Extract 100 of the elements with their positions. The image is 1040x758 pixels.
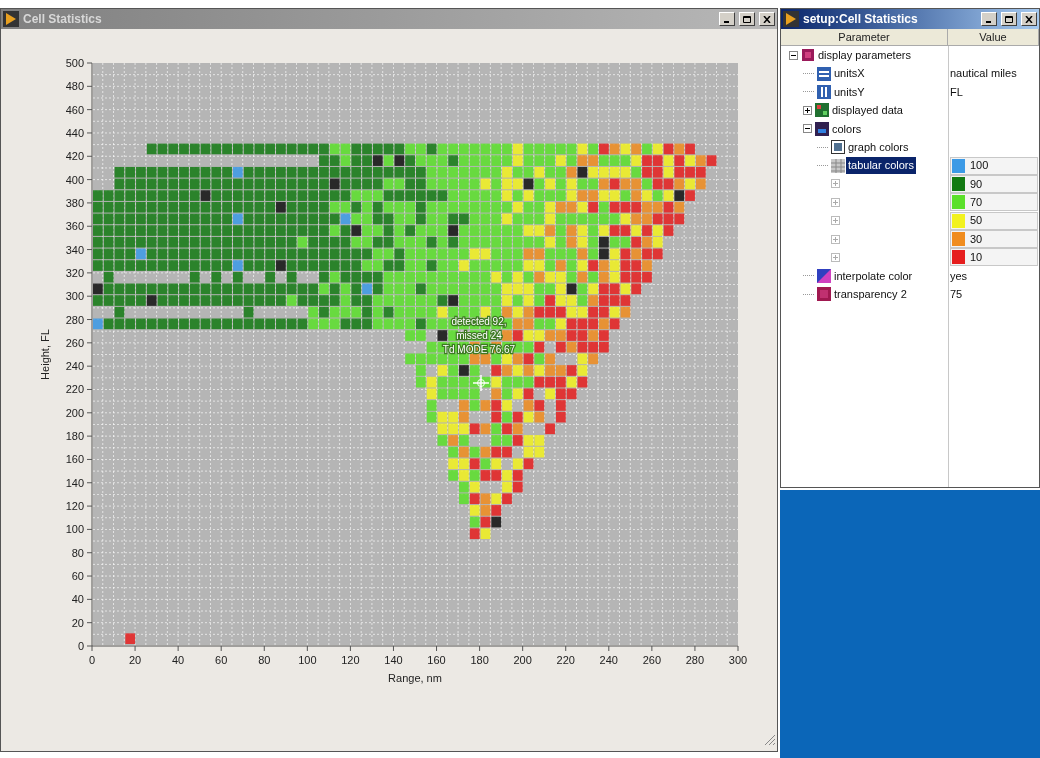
expander-toggle[interactable]: [831, 234, 840, 244]
close-button[interactable]: [759, 12, 775, 26]
tick-label: 240: [599, 654, 618, 666]
expander-toggle[interactable]: [803, 124, 812, 134]
tree-item[interactable]: display parameters: [816, 46, 913, 64]
tick-label: 480: [65, 80, 84, 93]
tick-label: 420: [65, 150, 84, 163]
value-text: FL: [950, 84, 963, 100]
plus-icon: [804, 106, 811, 114]
expander-toggle[interactable]: [803, 105, 812, 115]
tick-label: 100: [298, 654, 317, 666]
tick-label: 340: [65, 243, 84, 256]
close-button[interactable]: [1021, 12, 1037, 26]
tree-item[interactable]: interpolate color: [832, 267, 915, 285]
maximize-icon: [1005, 15, 1013, 23]
tree-item[interactable]: colors: [830, 120, 864, 137]
tick-label: 380: [65, 196, 84, 209]
image-icon: [830, 139, 846, 156]
tick-label: 180: [470, 654, 489, 666]
color-value-field[interactable]: 100: [950, 156, 1038, 175]
gradient-icon: [816, 267, 832, 284]
color-value: 10: [970, 250, 983, 266]
vertical-lines-icon: [816, 83, 832, 100]
expander-toggle[interactable]: [831, 216, 840, 226]
tick-label: 200: [513, 654, 532, 666]
tick-label: 400: [65, 173, 84, 186]
close-icon: [1025, 15, 1033, 23]
tick-label: 260: [642, 654, 662, 666]
tick-label: 300: [65, 290, 84, 303]
tree-item[interactable]: displayed data: [830, 102, 905, 119]
tick-label: 60: [215, 654, 228, 666]
tick-label: 20: [71, 616, 84, 629]
tick-label: 160: [427, 654, 446, 666]
color-value-field[interactable]: 50: [950, 211, 1038, 230]
color-value: 70: [970, 195, 983, 211]
tree-item[interactable]: unitsX: [832, 65, 867, 82]
tick-label: 500: [65, 57, 84, 69]
tick-label: 80: [71, 546, 84, 559]
tree-item[interactable]: unitsY: [832, 83, 867, 101]
tick-label: 280: [685, 654, 705, 666]
tick-label: 40: [172, 654, 185, 666]
plus-icon: [832, 235, 839, 243]
color-value-field[interactable]: 10: [950, 248, 1038, 267]
value-text: nautical miles: [950, 66, 1017, 82]
tick-label: 80: [258, 654, 271, 666]
tick-label: 40: [71, 593, 84, 606]
window-title: Cell Statistics: [23, 11, 103, 28]
color-value: 100: [970, 158, 989, 174]
play-icon: [783, 11, 799, 27]
tick-label: 0: [77, 640, 84, 652]
color-value-field[interactable]: 30: [950, 230, 1038, 249]
tick-label: 260: [65, 336, 84, 349]
value-text: yes: [950, 268, 968, 284]
maximize-button[interactable]: [739, 12, 755, 26]
axis-title: Height, FL: [39, 329, 51, 380]
axis-title: Range, nm: [388, 672, 442, 684]
maximize-icon: [743, 15, 751, 23]
tick-label: 220: [65, 383, 84, 396]
crosshair-icon: [472, 374, 490, 392]
tick-label: 140: [384, 654, 403, 666]
color-value: 90: [970, 176, 983, 192]
column-header[interactable]: Parameter: [781, 29, 948, 45]
expander-toggle[interactable]: [831, 253, 840, 262]
tree-item[interactable]: graph colors: [846, 138, 911, 156]
tick-label: 120: [341, 654, 360, 666]
maximize-button[interactable]: [1001, 12, 1017, 26]
tick-label: 180: [65, 430, 84, 443]
tick-label: 60: [71, 570, 84, 583]
minimize-button[interactable]: [719, 12, 735, 26]
plus-icon: [832, 180, 839, 188]
plus-icon: [832, 198, 839, 206]
horizontal-lines-icon: [816, 65, 832, 82]
tick-label: 200: [65, 406, 84, 419]
tick-label: 300: [728, 654, 748, 666]
tick-label: 320: [65, 266, 84, 279]
value-text: 75: [950, 287, 963, 302]
plus-icon: [832, 254, 839, 261]
expander-toggle[interactable]: [831, 197, 840, 207]
expander-toggle[interactable]: [789, 50, 798, 60]
tick-label: 440: [65, 126, 84, 139]
tick-label: 20: [128, 654, 142, 666]
grid-icon: [814, 102, 830, 119]
color-value: 50: [970, 213, 983, 229]
square-icon: [816, 286, 832, 303]
minimize-button[interactable]: [981, 12, 997, 26]
tick-label: 240: [65, 360, 84, 373]
close-icon: [763, 15, 771, 23]
play-icon: [3, 11, 19, 27]
tick-label: 160: [65, 453, 84, 466]
column-header[interactable]: Value: [948, 29, 1039, 45]
tick-label: 460: [65, 103, 84, 116]
tree-item[interactable]: transparency 2: [832, 286, 909, 303]
tree-item[interactable]: tabular colors: [846, 157, 917, 174]
expander-toggle[interactable]: [831, 179, 840, 189]
tick-label: 120: [65, 500, 84, 513]
tick-label: 140: [65, 476, 84, 489]
tick-label: 100: [65, 523, 84, 536]
resize-grip-icon[interactable]: [764, 734, 776, 746]
color-value-field[interactable]: 70: [950, 193, 1038, 212]
window-title: setup:Cell Statistics: [803, 11, 919, 28]
